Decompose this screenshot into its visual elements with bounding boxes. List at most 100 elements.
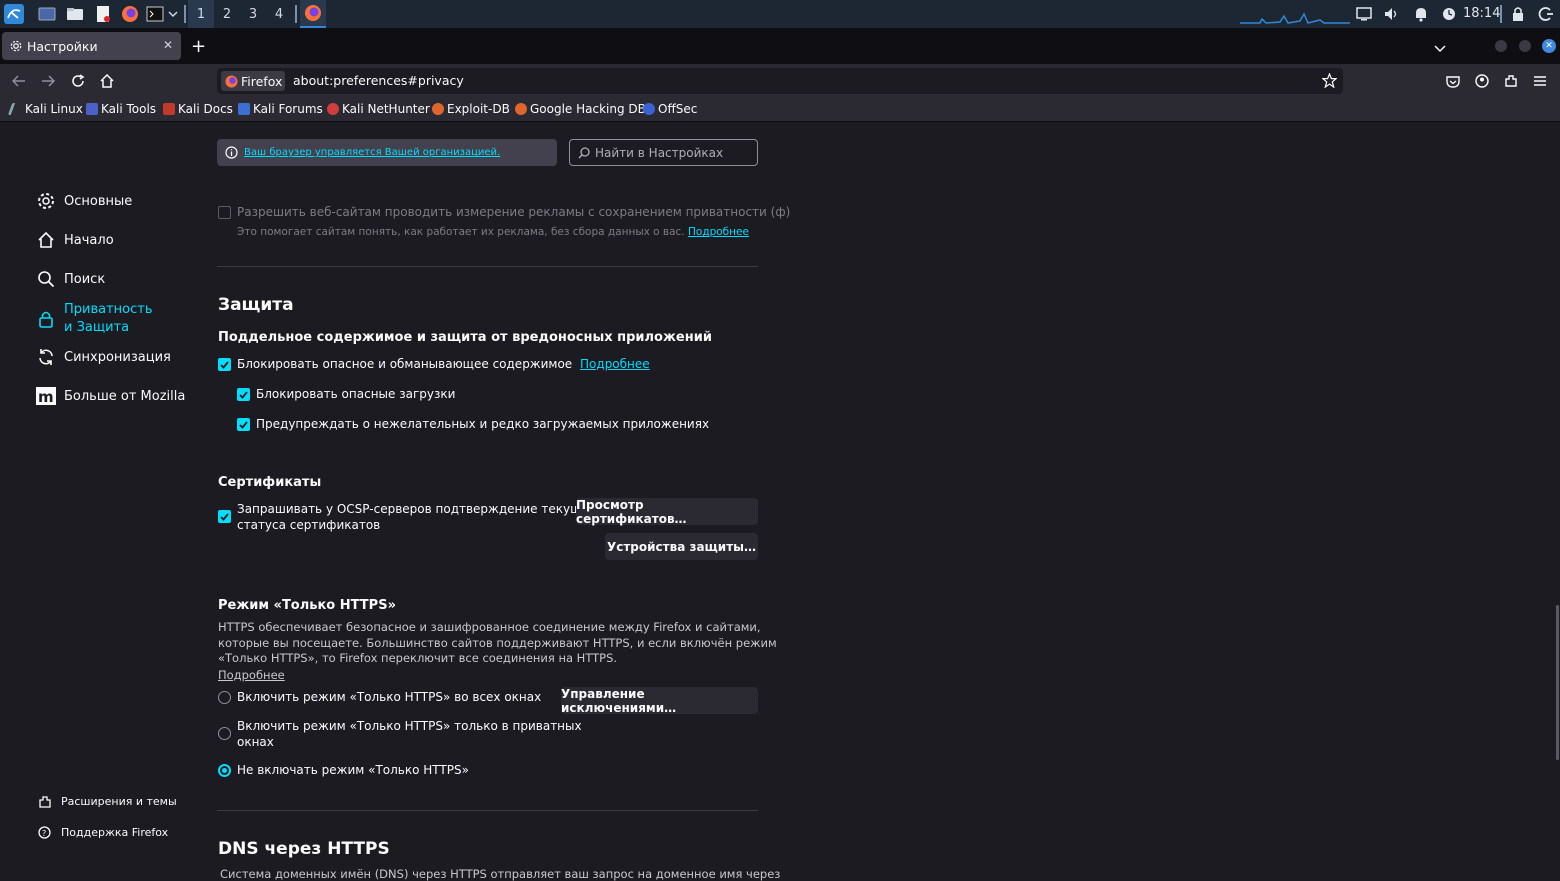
panel-clock[interactable]: 18:14 <box>1463 6 1500 21</box>
workspace-3[interactable]: 3 <box>240 0 266 28</box>
firefox-taskbar-button[interactable] <box>300 0 326 28</box>
kali-dragon-icon <box>7 103 25 115</box>
reload-button[interactable] <box>67 70 89 92</box>
sidebar-item-label: Начало <box>64 232 114 248</box>
logout-icon[interactable] <box>1536 4 1556 24</box>
close-window-button[interactable]: ✕ <box>1542 39 1556 53</box>
gear-icon <box>10 40 22 52</box>
identity-box[interactable]: Firefox <box>221 71 285 91</box>
bookmark-offsec[interactable]: OffSec <box>643 102 697 116</box>
firefox-launcher-icon[interactable] <box>120 4 140 24</box>
back-button[interactable] <box>8 70 30 92</box>
bookmark-kali-docs[interactable]: Kali Docs <box>163 102 233 116</box>
clock-icon <box>1439 4 1459 24</box>
bookmark-label: Kali Docs <box>178 102 233 116</box>
panel-separator <box>184 5 186 23</box>
new-tab-button[interactable]: + <box>191 36 206 57</box>
home-button[interactable] <box>96 70 118 92</box>
desktop-panel: 1 2 3 4 18:14 <box>0 0 1560 28</box>
identity-label: Firefox <box>241 73 283 89</box>
kali-forums-icon <box>238 103 250 115</box>
manage-exceptions-button[interactable]: Управление исключениями… <box>561 687 758 715</box>
text-editor-icon[interactable] <box>93 4 113 24</box>
sidebar-item-home[interactable]: Начало <box>36 230 114 250</box>
gear-icon <box>36 191 56 211</box>
url-text[interactable]: about:preferences#privacy <box>293 73 464 88</box>
chevron-down-icon[interactable] <box>166 4 180 24</box>
security-learn-more-link[interactable]: Подробнее <box>580 357 650 371</box>
sidebar-extensions-link[interactable]: Расширения и темы <box>38 795 177 808</box>
https-only-desc-line1: HTTPS обеспечивает безопасное и зашифров… <box>218 620 761 634</box>
navigation-toolbar: Firefox about:preferences#privacy <box>0 64 1560 98</box>
kali-tools-icon <box>86 103 98 115</box>
bookmark-kali-tools[interactable]: Kali Tools <box>86 102 156 116</box>
https-only-desc-line2: которые вы посещаете. Большинство сайтов… <box>218 636 777 650</box>
https-off-radio[interactable] <box>218 764 231 777</box>
info-icon <box>225 146 238 159</box>
sidebar-item-label: Больше от Mozilla <box>64 388 186 404</box>
list-all-tabs-icon[interactable] <box>1434 38 1446 57</box>
workspace-2[interactable]: 2 <box>214 0 240 28</box>
sidebar-item-search[interactable]: Поиск <box>36 269 105 289</box>
section-divider <box>217 266 758 267</box>
bookmark-kali-forums[interactable]: Kali Forums <box>238 102 323 116</box>
https-only-learn-more-link[interactable]: Подробнее <box>218 668 285 682</box>
notification-bell-icon[interactable] <box>1411 4 1431 24</box>
sidebar-item-sync[interactable]: Синхронизация <box>36 347 171 367</box>
kali-menu-icon[interactable] <box>4 4 24 24</box>
sidebar-item-label: Синхронизация <box>64 349 171 365</box>
sidebar-item-label: Поиск <box>64 271 106 287</box>
sync-icon <box>36 347 56 367</box>
bookmark-exploit-db[interactable]: Exploit-DB <box>432 102 510 116</box>
warn-unwanted-checkbox[interactable] <box>237 418 250 431</box>
ads-description: Это помогает сайтам понять, как работает… <box>237 226 749 238</box>
panel-separator <box>295 5 297 23</box>
bookmark-kali-nethunter[interactable]: Kali NetHunter <box>327 102 430 116</box>
cpu-graph-icon <box>1240 4 1350 24</box>
settings-search-input[interactable]: Найти в Настройках <box>569 139 758 166</box>
terminal-icon[interactable] <box>145 4 165 24</box>
ads-description-text: Это помогает сайтам понять, как работает… <box>237 226 685 238</box>
bookmark-google-hacking-db[interactable]: Google Hacking DB <box>515 102 646 116</box>
forward-button[interactable] <box>37 70 59 92</box>
pocket-icon[interactable] <box>1442 70 1464 92</box>
ads-measurement-checkbox[interactable] <box>218 206 231 219</box>
lock-screen-icon[interactable] <box>1508 4 1528 24</box>
https-off-label: Не включать режим «Только HTTPS» <box>237 763 469 777</box>
https-all-windows-radio[interactable] <box>218 691 231 704</box>
bookmark-label: Exploit-DB <box>447 102 510 116</box>
workspace-1[interactable]: 1 <box>188 0 214 28</box>
policy-notice-link[interactable]: Ваш браузер управляется Вашей организаци… <box>244 147 500 158</box>
tab-settings[interactable]: Настройки ✕ <box>2 32 181 60</box>
maximize-window-button[interactable] <box>1519 40 1531 52</box>
url-bar[interactable]: Firefox about:preferences#privacy <box>217 68 1343 94</box>
block-downloads-checkbox[interactable] <box>237 388 250 401</box>
bookmark-label: Kali Tools <box>101 102 157 116</box>
file-manager-icon[interactable] <box>65 4 85 24</box>
volume-icon[interactable] <box>1382 4 1402 24</box>
show-desktop-icon[interactable] <box>37 4 57 24</box>
workspace-4[interactable]: 4 <box>266 0 292 28</box>
https-private-windows-radio[interactable] <box>218 727 231 740</box>
bookmark-kali-linux[interactable]: Kali Linux <box>7 102 83 116</box>
scrollbar-thumb[interactable] <box>1556 605 1559 760</box>
account-icon[interactable] <box>1471 70 1493 92</box>
firefox-icon <box>225 75 238 88</box>
ads-learn-more-link[interactable]: Подробнее <box>688 226 749 238</box>
bookmark-star-icon[interactable] <box>1321 72 1338 92</box>
warn-unwanted-label: Предупреждать о нежелательных и редко за… <box>256 417 710 431</box>
sidebar-item-general[interactable]: Основные <box>36 191 132 211</box>
sidebar-item-privacy[interactable]: Приватность и Защита <box>36 301 164 337</box>
view-certificates-button[interactable]: Просмотр сертификатов… <box>576 498 758 526</box>
minimize-window-button[interactable] <box>1495 40 1507 52</box>
app-menu-icon[interactable] <box>1529 70 1551 92</box>
security-devices-button[interactable]: Устройства защиты… <box>605 533 758 560</box>
display-icon[interactable] <box>1354 4 1374 24</box>
extensions-icon[interactable] <box>1500 70 1522 92</box>
close-tab-icon[interactable]: ✕ <box>163 38 173 52</box>
panel-separator <box>1500 5 1502 23</box>
block-dangerous-checkbox[interactable] <box>218 358 231 371</box>
sidebar-item-mozilla[interactable]: m Больше от Mozilla <box>36 386 185 406</box>
ocsp-checkbox[interactable] <box>218 510 231 523</box>
sidebar-support-link[interactable]: ? Поддержка Firefox <box>38 826 168 839</box>
